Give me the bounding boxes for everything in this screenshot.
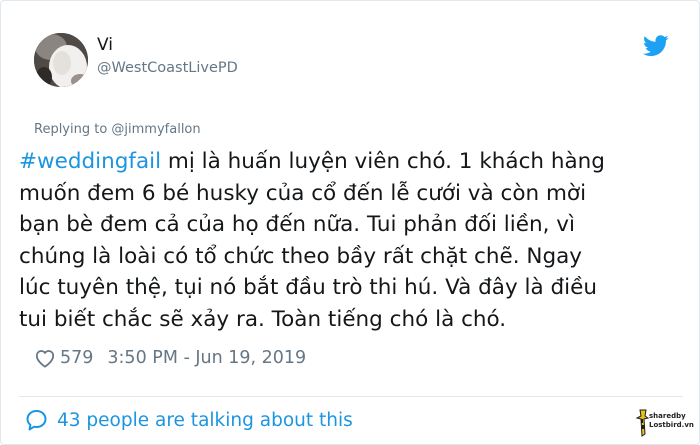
- tweet-line-1: #weddingfail mị là huấn luyện viên chó. …: [19, 146, 691, 178]
- speech-bubble-icon: [26, 410, 47, 431]
- tweet-meta: 579 3:50 PM - Jun 19, 2019: [34, 346, 306, 370]
- watermark-logo: sharedby Lostbird.vn: [633, 406, 694, 440]
- hashtag-link[interactable]: #weddingfail: [19, 149, 161, 174]
- divider: [19, 396, 683, 397]
- user-handle[interactable]: @WestCoastLivePD: [97, 60, 238, 76]
- tweet-line-3: bạn bè đem cả của họ đến nữa. Tui phản đ…: [19, 212, 575, 237]
- conversation-label: 43 people are talking about this: [57, 409, 353, 431]
- watermark-line-1: sharedby: [649, 412, 686, 420]
- like-count[interactable]: 579: [60, 348, 93, 368]
- heart-icon[interactable]: [34, 348, 56, 368]
- tweet-text: #weddingfail mị là huấn luyện viên chó. …: [19, 146, 691, 335]
- tweet-line-2: muốn đem 6 bé husky của cổ đến lễ cưới v…: [19, 180, 587, 206]
- conversation-link[interactable]: 43 people are talking about this: [24, 407, 353, 433]
- tweet-line-4: chúng là loài có tổ chức theo bầy rất ch…: [19, 243, 583, 269]
- tweet-line-5: lúc tuyên thệ, tụi nó bắt đầu trò thi hú…: [19, 275, 597, 300]
- timestamp[interactable]: 3:50 PM - Jun 19, 2019: [107, 348, 306, 368]
- avatar[interactable]: [34, 33, 88, 87]
- watermark-text: sharedby Lostbird.vn: [649, 412, 694, 430]
- watermark-line-2: Lostbird.vn: [649, 421, 694, 429]
- tweet-line-6: tui biết chắc sẽ xảy ra. Toàn tiếng chó …: [19, 306, 507, 332]
- tweet-card: Vi @WestCoastLivePD Replying to @jimmyfa…: [0, 0, 700, 445]
- display-name[interactable]: Vi: [97, 35, 113, 55]
- reply-context[interactable]: Replying to @jimmyfallon: [34, 122, 201, 137]
- twitter-bird-icon[interactable]: [643, 35, 669, 57]
- avatar-photo: [34, 33, 88, 87]
- tweet-line-1-text: mị là huấn luyện viên chó. 1 khách hàng: [161, 149, 605, 174]
